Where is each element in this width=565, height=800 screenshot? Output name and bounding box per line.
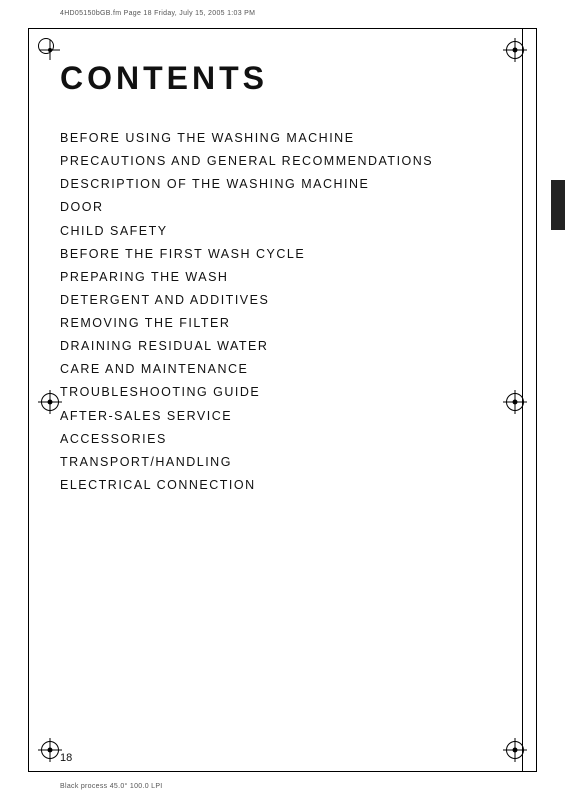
reg-mark-top-right (503, 38, 527, 62)
toc-item: DETERGENT AND ADDITIVES (60, 289, 495, 312)
toc-item: DRAINING RESIDUAL WATER (60, 335, 495, 358)
border-bottom (28, 771, 537, 772)
toc-list: BEFORE USING THE WASHING MACHINEPRECAUTI… (60, 127, 495, 497)
page-title: CONTENTS (60, 60, 495, 97)
reg-mark-top-left (38, 38, 62, 62)
border-right (536, 28, 537, 772)
toc-item: ACCESSORIES (60, 428, 495, 451)
footer-info: Black process 45.0° 100.0 LPI (60, 783, 163, 790)
reg-mark-mid-left (38, 390, 62, 414)
toc-item: DOOR (60, 196, 495, 219)
page: 4HD05150bGB.fm Page 18 Friday, July 15, … (0, 0, 565, 800)
toc-item: CARE AND MAINTENANCE (60, 358, 495, 381)
toc-item: CHILD SAFETY (60, 220, 495, 243)
toc-item: TROUBLESHOOTING GUIDE (60, 381, 495, 404)
toc-item: AFTER-SALES SERVICE (60, 405, 495, 428)
border-top (28, 28, 537, 29)
toc-item: BEFORE THE FIRST WASH CYCLE (60, 243, 495, 266)
border-left (28, 28, 29, 772)
reg-mark-bot-right (503, 738, 527, 762)
toc-item: PRECAUTIONS AND GENERAL RECOMMENDATIONS (60, 150, 495, 173)
toc-item: PREPARING THE WASH (60, 266, 495, 289)
toc-item: DESCRIPTION OF THE WASHING MACHINE (60, 173, 495, 196)
toc-item: REMOVING THE FILTER (60, 312, 495, 335)
right-tab (551, 180, 565, 230)
reg-mark-bot-left (38, 738, 62, 762)
main-content: CONTENTS BEFORE USING THE WASHING MACHIN… (60, 60, 495, 497)
reg-mark-mid-right (503, 390, 527, 414)
header-info: 4HD05150bGB.fm Page 18 Friday, July 15, … (60, 10, 255, 17)
toc-item: ELECTRICAL CONNECTION (60, 474, 495, 497)
page-number: 18 (60, 752, 72, 764)
toc-item: BEFORE USING THE WASHING MACHINE (60, 127, 495, 150)
toc-item: TRANSPORT/HANDLING (60, 451, 495, 474)
